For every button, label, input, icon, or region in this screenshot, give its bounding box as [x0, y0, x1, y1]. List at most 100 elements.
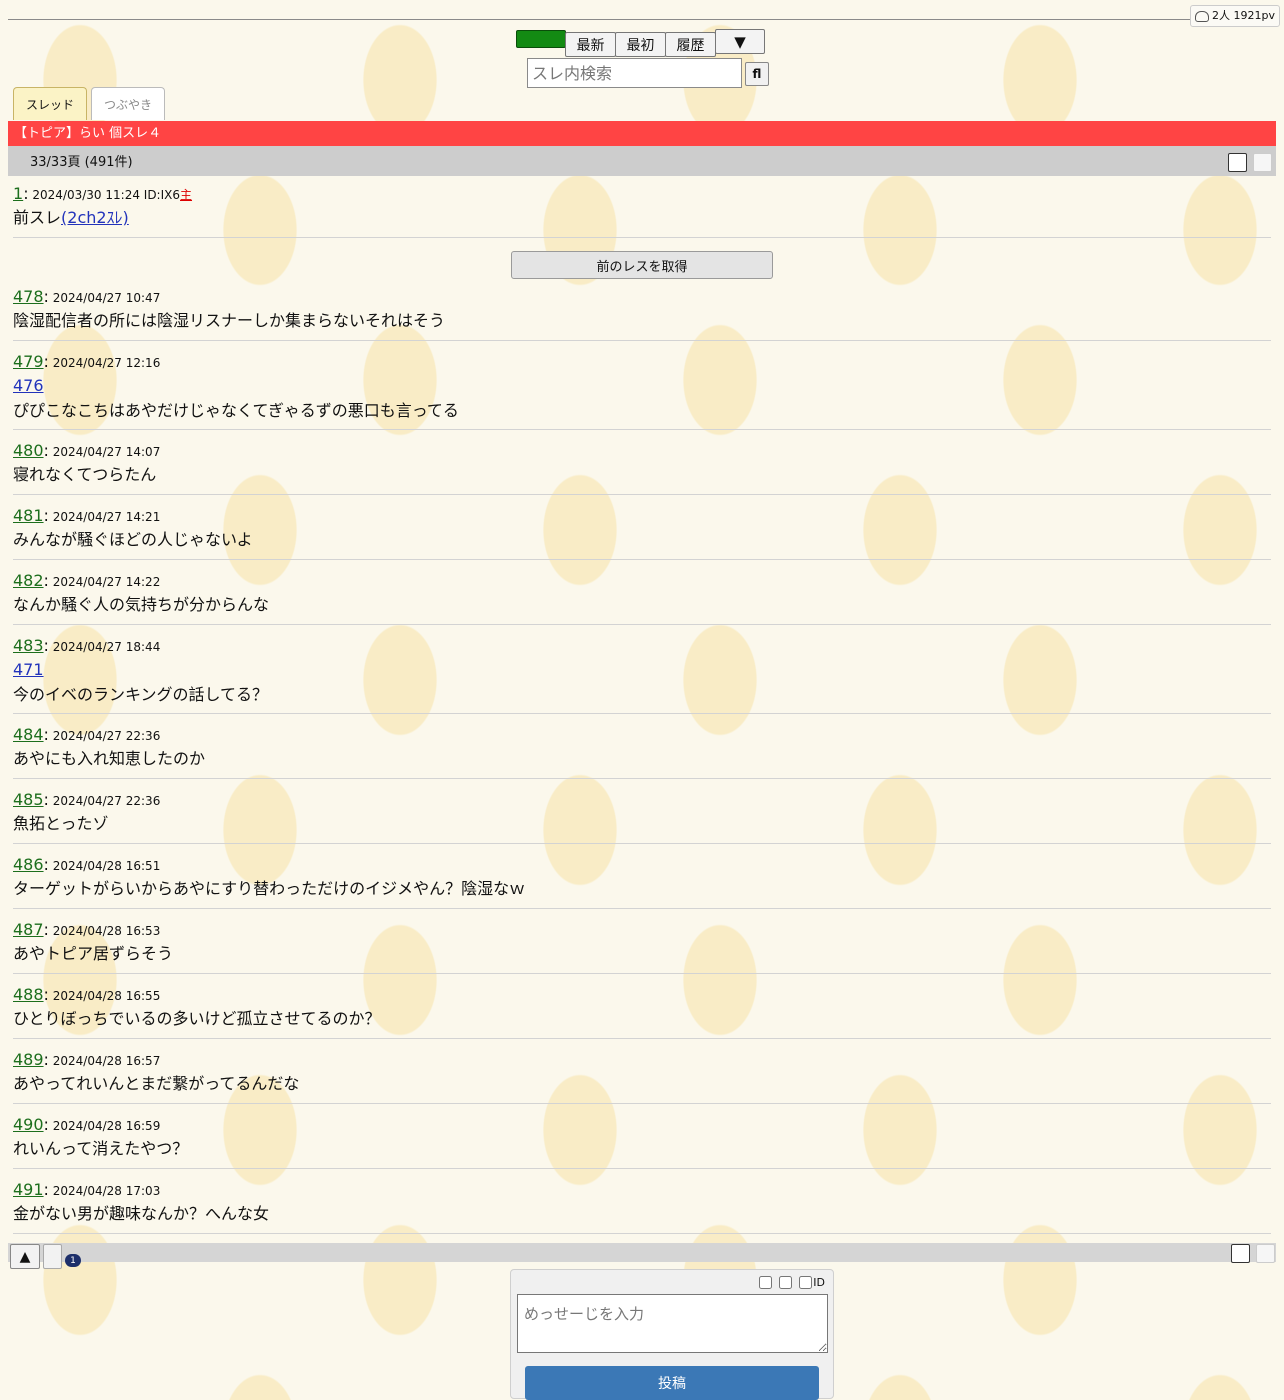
first-button[interactable]: 最初	[615, 32, 666, 57]
post-separator	[13, 237, 1271, 238]
bottom-square-button[interactable]	[1231, 1244, 1250, 1263]
post-item-1: 1: 2024/03/30 11:24 ID:IX6主 前スレ(2ch2ｽﾚ)	[13, 185, 1271, 229]
post-number-link[interactable]: 486	[13, 855, 44, 874]
post-item: 478: 2024/04/27 10:47 陰湿配信者の所には陰湿リスナーしか集ま…	[13, 288, 1271, 332]
post-date: 2024/04/28 16:53	[52, 924, 161, 938]
post-separator	[13, 713, 1271, 714]
post-item: 486: 2024/04/28 16:51 ターゲットがらいからあやにすり替わった…	[13, 856, 1271, 900]
reply-anchor-link[interactable]: 476	[13, 375, 1271, 397]
post-body: 今のイベのランキングの話してる？	[13, 685, 269, 704]
post-date: 2024/04/27 22:36	[52, 794, 161, 808]
post-date: 2024/04/27 14:22	[52, 575, 161, 589]
menu-dropdown-button[interactable]: ▼	[715, 29, 765, 54]
option-id: ID	[799, 1276, 825, 1289]
post-item: 487: 2024/04/28 16:53 あやトピア居ずらそう	[13, 921, 1271, 965]
post-separator	[13, 1168, 1271, 1169]
post-body: なんか騒ぐ人の気持ちが分からんな	[13, 595, 270, 614]
post-form: ID 投稿	[510, 1269, 834, 1400]
search-button[interactable]: fl	[745, 62, 769, 86]
nav-buttons: 最新 最初 履歴 ▼	[516, 29, 765, 57]
post-number-link[interactable]: 483	[13, 636, 44, 655]
post-separator	[13, 494, 1271, 495]
post-number-link[interactable]: 489	[13, 1050, 44, 1069]
post-number-link[interactable]: 1	[13, 184, 23, 203]
post-number-link[interactable]: 488	[13, 985, 44, 1004]
reply-anchor-link[interactable]: 471	[13, 659, 1271, 681]
post-number-link[interactable]: 482	[13, 571, 44, 590]
post-date: 2024/04/27 12:16	[52, 356, 161, 370]
post-body: あやトピア居ずらそう	[13, 944, 174, 963]
post-date: 2024/03/30 11:24 ID:IX6	[32, 188, 180, 202]
post-body: 金がない男が趣味なんか？へんな女	[13, 1204, 270, 1223]
tab-tweets[interactable]: つぶやき	[91, 87, 165, 120]
post-number-link[interactable]: 480	[13, 441, 44, 460]
post-number-link[interactable]: 487	[13, 920, 44, 939]
post-body: ぴぴこなこちはあやだけじゃなくてぎゃるずの悪口も言ってる	[13, 401, 459, 420]
post-body: みんなが騒ぐほどの人じゃないよ	[13, 530, 253, 549]
notification-badge: 1	[65, 1254, 81, 1267]
view-counter-text: 2人 1921pv	[1212, 9, 1275, 22]
id-checkbox[interactable]	[799, 1276, 813, 1289]
toolbar-square-button[interactable]	[1228, 153, 1247, 172]
prev-posts-label: 前のレスを取得	[596, 259, 688, 275]
post-header: 486: 2024/04/28 16:51	[13, 855, 161, 874]
scroll-top-button[interactable]: ▲	[10, 1244, 40, 1269]
thread-title: 【トピア】らい 個スレ４	[8, 121, 1276, 146]
post-header: 480: 2024/04/27 14:07	[13, 441, 161, 460]
post-number-link[interactable]: 484	[13, 725, 44, 744]
viewer-icon	[1195, 10, 1210, 22]
post-separator	[13, 559, 1271, 560]
post-item: 481: 2024/04/27 14:21 みんなが騒ぐほどの人じゃないよ	[13, 507, 1271, 551]
load-previous-posts-button[interactable]: 前のレスを取得	[511, 251, 773, 279]
post-header: 489: 2024/04/28 16:57	[13, 1050, 161, 1069]
post-header: 1: 2024/03/30 11:24 ID:IX6主	[13, 184, 193, 203]
option-2-checkbox[interactable]	[779, 1276, 793, 1289]
post-date: 2024/04/27 18:44	[52, 640, 161, 654]
post-item: 482: 2024/04/27 14:22 なんか騒ぐ人の気持ちが分からんな	[13, 572, 1271, 616]
post-header: 485: 2024/04/27 22:36	[13, 790, 161, 809]
post-header: 488: 2024/04/28 16:55	[13, 985, 161, 1004]
post-body-text: 前スレ	[13, 208, 62, 227]
post-date: 2024/04/28 16:51	[52, 859, 161, 873]
post-separator	[13, 973, 1271, 974]
toolbar-square-button-disabled[interactable]	[1253, 153, 1272, 172]
post-header: 484: 2024/04/27 22:36	[13, 725, 161, 744]
post-number-link[interactable]: 481	[13, 506, 44, 525]
post-body: あやってれいんとまだ繋がってるんだな	[13, 1074, 300, 1093]
post-body: ひとりぼっちでいるの多いけど孤立させてるのか？	[13, 1009, 381, 1028]
previous-thread-link[interactable]: (2ch2ｽﾚ)	[61, 208, 129, 227]
bottom-toolbar	[8, 1243, 1276, 1262]
post-separator	[13, 1038, 1271, 1039]
latest-button[interactable]: 最新	[565, 32, 616, 57]
post-body: 前スレ(2ch2ｽﾚ)	[13, 207, 1271, 229]
option-1-checkbox[interactable]	[759, 1276, 773, 1289]
view-counter: 2人 1921pv	[1190, 5, 1280, 27]
post-body: あやにも入れ知恵したのか	[13, 749, 206, 768]
post-item: 480: 2024/04/27 14:07 寝れなくてつらたん	[13, 442, 1271, 486]
green-nav-button[interactable]	[516, 30, 566, 48]
history-button[interactable]: 履歴	[665, 32, 716, 57]
bottom-small-button[interactable]	[43, 1244, 62, 1269]
option-1	[759, 1276, 773, 1289]
post-date: 2024/04/28 16:55	[52, 989, 161, 1003]
post-number-link[interactable]: 485	[13, 790, 44, 809]
bottom-square-button-disabled[interactable]	[1256, 1244, 1275, 1263]
owner-mark[interactable]: 主	[180, 188, 192, 202]
post-item: 483: 2024/04/27 18:44 471 今のイベのランキングの話してる？	[13, 637, 1271, 706]
post-date: 2024/04/27 14:07	[52, 445, 161, 459]
post-separator	[13, 843, 1271, 844]
post-body: れいんって消えたやつ？	[13, 1139, 189, 1158]
tab-thread[interactable]: スレッド	[13, 87, 87, 120]
post-separator	[13, 778, 1271, 779]
option-2	[779, 1276, 793, 1289]
post-separator	[13, 340, 1271, 341]
post-separator	[13, 1103, 1271, 1104]
post-item: 490: 2024/04/28 16:59 れいんって消えたやつ？	[13, 1116, 1271, 1160]
post-number-link[interactable]: 490	[13, 1115, 44, 1134]
post-body: 寝れなくてつらたん	[13, 465, 157, 484]
post-number-link[interactable]: 491	[13, 1180, 44, 1199]
thread-search-input[interactable]	[527, 58, 742, 88]
post-number-link[interactable]: 478	[13, 287, 44, 306]
message-textarea[interactable]	[517, 1294, 828, 1353]
post-number-link[interactable]: 479	[13, 352, 44, 371]
